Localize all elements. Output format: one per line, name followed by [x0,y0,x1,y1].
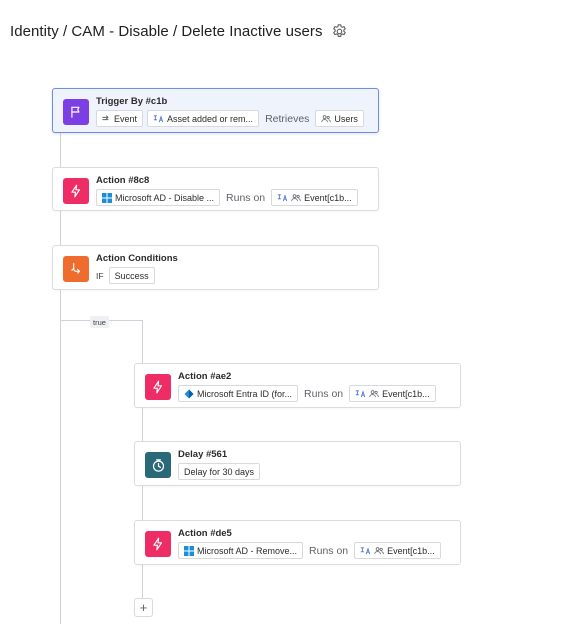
target-chip[interactable]: Event[c1b... [354,542,441,559]
windows-icon [102,192,112,203]
asset-chip[interactable]: Asset added or rem... [147,110,260,127]
gear-icon[interactable] [331,23,349,41]
target-chip-label: Event[c1b... [304,192,352,203]
action-title: Action #8c8 [96,175,150,186]
action-details: Microsoft Entra ID (for... Runs on Event… [178,385,436,402]
page-title: Identity / CAM - Disable / Delete Inacti… [10,22,323,40]
bolt-icon [145,531,171,557]
entra-id-icon [184,389,194,399]
delay-value-label: Delay for 30 days [184,466,255,477]
if-label: IF [96,270,104,281]
flag-icon [63,99,89,125]
delay-title: Delay #561 [178,449,228,460]
asset-chip-label: Asset added or rem... [167,113,254,124]
app-chip-label: Microsoft AD - Remove... [197,545,298,556]
target-chip[interactable]: Event[c1b... [349,385,436,402]
trigger-details: Event Asset added or rem... Retrieves Us… [96,110,364,127]
trigger-title: Trigger By #c1b [96,96,168,107]
conditions-node[interactable]: Action Conditions IF Success [52,245,379,290]
app-chip-label: Microsoft AD - Disable ... [115,192,215,203]
branch-icon [63,256,89,282]
asset-query-icon [153,114,164,124]
conditions-details: IF Success [96,267,155,284]
target-chip-label: Event[c1b... [387,545,435,556]
branch-label-true: true [90,316,109,328]
asset-query-icon [355,389,366,399]
action-details: Microsoft AD - Remove... Runs on Event[c… [178,542,441,559]
asset-query-icon [360,546,371,556]
users-chip[interactable]: Users [315,110,364,127]
delay-node-561[interactable]: Delay #561 Delay for 30 days [134,441,461,486]
users-icon [374,546,384,555]
event-chip[interactable]: Event [96,110,144,127]
app-chip[interactable]: Microsoft Entra ID (for... [178,385,299,402]
retrieves-label: Retrieves [265,112,310,125]
page-header: Identity / CAM - Disable / Delete Inacti… [10,20,349,42]
runs-on-label: Runs on [226,191,266,204]
condition-value-chip[interactable]: Success [108,267,155,284]
users-icon [291,193,301,202]
users-chip-label: Users [334,113,358,124]
action-details: Microsoft AD - Disable ... Runs on Event… [96,189,358,206]
bolt-icon [145,374,171,400]
action-node-8c8[interactable]: Action #8c8 Microsoft AD - Disable ... R… [52,167,379,211]
app-chip[interactable]: Microsoft AD - Disable ... [96,189,221,206]
trigger-node[interactable]: Trigger By #c1b Event Asset added or rem… [52,88,379,133]
action-node-ae2[interactable]: Action #ae2 Microsoft Entra ID (for... R… [134,363,461,408]
action-title: Action #de5 [178,528,232,539]
runs-on-label: Runs on [304,387,344,400]
conditions-title: Action Conditions [96,253,178,264]
target-chip-label: Event[c1b... [382,388,430,399]
app-chip-label: Microsoft Entra ID (for... [197,388,293,399]
condition-value-label: Success [114,270,149,281]
workflow-canvas: true Trigger By #c1b Event Asset added o… [0,60,568,624]
delay-value-chip[interactable]: Delay for 30 days [178,463,261,480]
app-chip[interactable]: Microsoft AD - Remove... [178,542,304,559]
users-icon [369,389,379,398]
action-title: Action #ae2 [178,371,232,382]
asset-query-icon [277,193,288,203]
windows-icon [184,545,194,556]
add-step-button[interactable]: + [134,598,153,617]
target-chip[interactable]: Event[c1b... [271,189,358,206]
runs-on-label: Runs on [309,544,349,557]
timer-icon [145,452,171,478]
event-arrow-icon [102,114,111,123]
action-node-de5[interactable]: Action #de5 Microsoft AD - Remove... Run… [134,520,461,565]
delay-details: Delay for 30 days [178,463,261,480]
event-chip-label: Event [114,113,138,124]
users-icon [321,114,332,123]
bolt-icon [63,178,89,204]
